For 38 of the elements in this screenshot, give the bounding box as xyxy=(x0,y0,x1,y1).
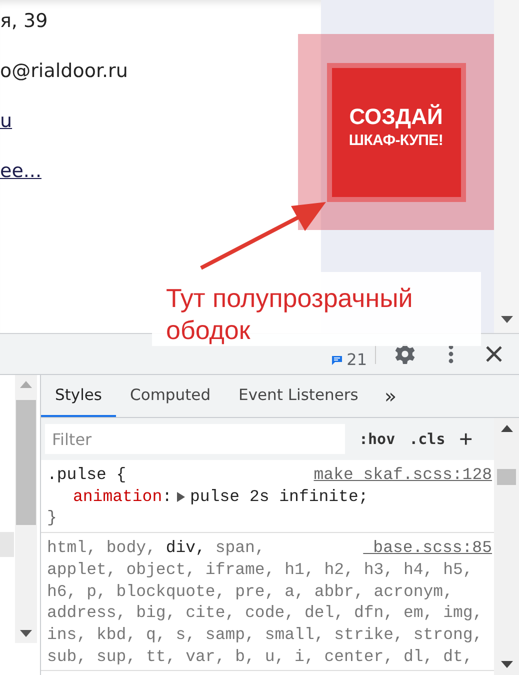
closing-brace: } xyxy=(47,507,57,530)
css-selector: address, big, cite, code, del, dfn, em, img, xyxy=(47,602,483,624)
new-rule-button[interactable]: + xyxy=(459,426,472,452)
css-selector: .pulse { xyxy=(47,464,126,486)
scroll-up-icon[interactable] xyxy=(500,425,512,432)
css-declaration: animation: pulse 2s infinite; xyxy=(72,486,370,508)
more-tabs-button[interactable]: » xyxy=(372,375,409,417)
class-toggle-button[interactable]: .cls xyxy=(409,430,446,448)
source-link[interactable]: make_skaf.scss:128 xyxy=(314,464,492,486)
hover-state-button[interactable]: :hov xyxy=(359,430,396,448)
scroll-down-icon[interactable] xyxy=(501,316,513,323)
scrollbar[interactable] xyxy=(15,375,37,643)
contact-link[interactable]: ее... xyxy=(0,157,42,185)
settings-icon[interactable] xyxy=(394,343,416,365)
more-options-icon[interactable] xyxy=(448,344,454,364)
scroll-down-icon[interactable] xyxy=(500,661,512,668)
contact-text: o@rialdoor.ru xyxy=(0,59,128,84)
source-link[interactable]: _base.scss:85 xyxy=(363,537,492,559)
issues-button[interactable]: 21 xyxy=(330,351,367,369)
panel-tab[interactable]: Computed xyxy=(116,375,225,417)
contact-text: я, 39 xyxy=(0,9,48,34)
create-wardrobe-button[interactable]: СОЗДАЙ ШКАФ-КУПЕ! xyxy=(326,62,466,202)
annotation-text: Тут полупрозрачный xyxy=(166,282,413,314)
annotation-text: ободок xyxy=(166,314,250,346)
panel-tab[interactable]: Event Listeners xyxy=(224,375,372,417)
message-icon xyxy=(330,354,343,366)
scroll-down-icon[interactable] xyxy=(20,630,32,637)
css-selector: sub, sup, tt, var, b, u, i, center, dl, dt, xyxy=(47,646,473,668)
css-selector: h6, p, blockquote, pre, a, abbr, acronym, xyxy=(47,580,453,602)
scroll-thumb[interactable] xyxy=(16,400,36,525)
css-selector: html, body, div, span, xyxy=(47,537,265,559)
contact-link[interactable]: u xyxy=(0,107,12,135)
css-selector: ins, kbd, q, s, samp, small, strike, strong, xyxy=(47,624,483,646)
css-selector: applet, object, iframe, h1, h2, h3, h4, h5, xyxy=(47,558,473,581)
filter-field[interactable]: Filter xyxy=(45,424,345,454)
expand-triangle-icon[interactable] xyxy=(177,492,186,502)
close-icon[interactable] xyxy=(486,346,502,362)
scroll-thumb[interactable] xyxy=(497,469,516,485)
